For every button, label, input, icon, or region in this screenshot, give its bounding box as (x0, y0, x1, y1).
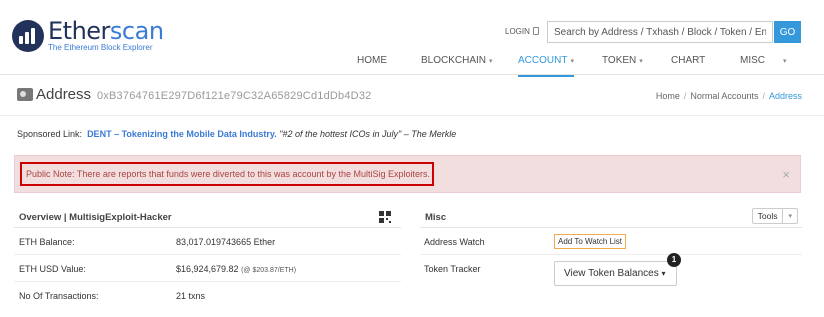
chevron-down-icon: ▾ (788, 213, 792, 220)
row-label: ETH Balance: (19, 237, 75, 247)
nav-label: MISC (740, 55, 765, 66)
row-value: 21 txns (176, 291, 206, 301)
row-value: $16,924,679.82 (@ $203.87/ETH) (176, 264, 296, 274)
tools-label: Tools (757, 211, 778, 221)
row-label: Address Watch (424, 237, 485, 247)
address-hash: 0xB3764761E297D6f121e79C32A65829Cd1dDb4D… (97, 90, 372, 102)
breadcrumb-home[interactable]: Home (656, 91, 680, 101)
wallet-icon (17, 88, 33, 101)
public-note-alert: Public Note: There are reports that fund… (14, 155, 801, 193)
transactions-row: No Of Transactions: 21 txns (14, 282, 401, 309)
token-button-label: View Token Balances (564, 268, 659, 279)
chevron-down-icon: ▾ (783, 58, 787, 65)
usd-value: $16,924,679.82 (176, 264, 239, 274)
add-to-watch-list-button[interactable]: Add To Watch List (554, 234, 627, 249)
address-watch-row: Address Watch Add To Watch List (420, 228, 802, 255)
nav-label: HOME (357, 55, 387, 66)
eth-usd-value-row: ETH USD Value: $16,924,679.82 (@ $203.87… (14, 255, 401, 282)
nav-label: CHART (671, 55, 706, 66)
public-note-text: Public Note: There are reports that fund… (20, 162, 434, 186)
page-title: Address (36, 86, 92, 103)
logo-chart-icon (12, 20, 44, 52)
misc-header: Misc Tools ▾ (420, 204, 802, 228)
close-icon[interactable]: × (782, 167, 790, 182)
breadcrumb-normal-accounts[interactable]: Normal Accounts (690, 91, 758, 101)
sponsored-label: Sponsored Link: (17, 129, 83, 139)
lock-icon (532, 26, 539, 35)
chevron-down-icon: ▾ (489, 58, 493, 65)
search-input[interactable] (547, 21, 773, 43)
usd-rate-note: (@ $203.87/ETH) (241, 267, 297, 274)
address-header: Address 0xB3764761E297D6f121e79C32A65829… (0, 76, 824, 116)
row-label: No Of Transactions: (19, 291, 99, 301)
view-token-balances-button[interactable]: View Token Balances ▾ (554, 261, 677, 286)
nav-label: ACCOUNT (518, 55, 568, 66)
overview-panel: Overview | MultisigExploit-Hacker ETH Ba… (14, 204, 401, 317)
chevron-down-icon: ▾ (639, 58, 643, 65)
caret-down-icon: ▾ (661, 269, 666, 278)
brand-subtitle: The Ethereum Block Explorer (48, 43, 153, 52)
tools-dropdown-button[interactable]: Tools ▾ (751, 208, 798, 224)
login-link[interactable]: LOGIN (505, 26, 539, 36)
nav-blockchain[interactable]: BLOCKCHAIN ▾ (421, 55, 493, 77)
sponsored-quote: "#2 of the hottest ICOs in July" – The M… (279, 129, 457, 139)
sponsored-link-line: Sponsored Link: DENT – Tokenizing the Mo… (17, 129, 456, 139)
token-tracker-row: Token Tracker View Token Balances ▾ 1 (420, 253, 802, 286)
login-label: LOGIN (505, 27, 530, 36)
row-label: ETH USD Value: (19, 264, 86, 274)
nav-misc[interactable]: MISC ▾ (740, 55, 787, 77)
eth-balance-row: ETH Balance: 83,017.019743665 Ether (14, 228, 401, 255)
qr-code-icon[interactable] (379, 211, 391, 223)
nav-chart[interactable]: CHART (671, 55, 705, 77)
chevron-down-icon: ▾ (570, 58, 574, 65)
site-header: Etherscan The Ethereum Block Explorer LO… (0, 0, 824, 77)
sponsored-link[interactable]: DENT – Tokenizing the Mobile Data Indust… (87, 129, 277, 139)
overview-header: Overview | MultisigExploit-Hacker (14, 204, 401, 228)
search-go-button[interactable]: GO (774, 21, 801, 43)
nav-token[interactable]: TOKEN ▾ (602, 55, 643, 77)
breadcrumb-address: Address (768, 91, 802, 101)
overview-title: Overview | MultisigExploit-Hacker (19, 212, 172, 223)
misc-panel: Misc Tools ▾ Address Watch Add To Watch … (420, 204, 802, 317)
misc-title: Misc (425, 212, 447, 223)
nav-account[interactable]: ACCOUNT ▾ (518, 55, 574, 77)
nav-label: BLOCKCHAIN (421, 55, 487, 66)
breadcrumb: Home / Normal Accounts / Address (655, 91, 802, 101)
nav-label: TOKEN (602, 55, 637, 66)
row-label: Token Tracker (424, 264, 481, 274)
nav-home[interactable]: HOME (357, 55, 387, 77)
etherscan-logo[interactable]: Etherscan The Ethereum Block Explorer (12, 17, 164, 52)
brand-name: Etherscan (48, 17, 164, 45)
row-value: 83,017.019743665 Ether (176, 237, 276, 247)
token-count-badge: 1 (667, 253, 681, 267)
